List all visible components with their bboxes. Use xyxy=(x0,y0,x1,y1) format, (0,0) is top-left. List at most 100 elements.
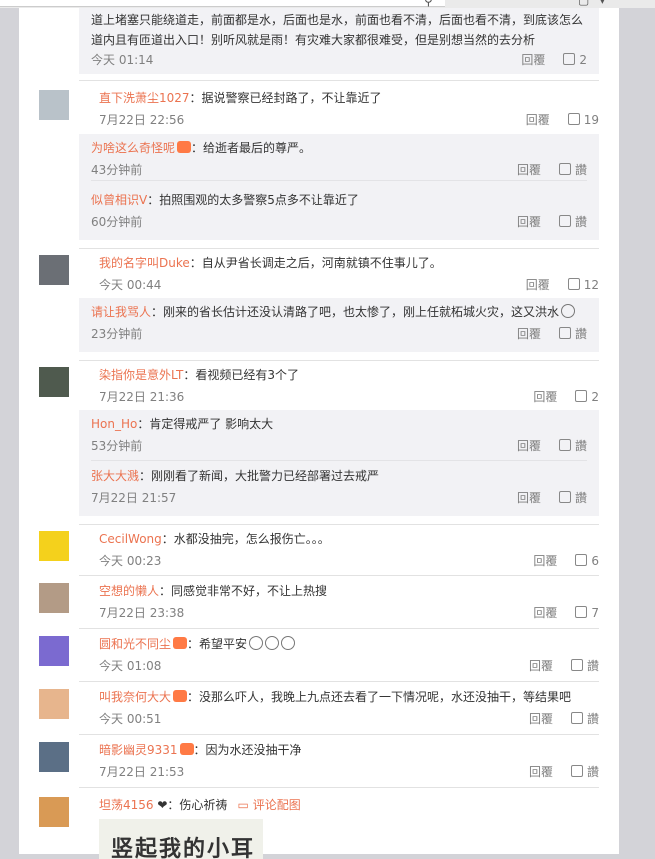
divider xyxy=(79,360,599,361)
user-name[interactable]: Hon_Ho xyxy=(91,417,137,431)
comment-time: 7月22日 21:53 xyxy=(99,765,185,779)
like-button[interactable]: 2 xyxy=(575,389,599,405)
comment-body: ：据说警察已经封路了，不让靠近了 xyxy=(189,91,382,105)
comment-text: 染指你是意外LT：看视频已经有3个了 xyxy=(99,367,599,383)
avatar[interactable] xyxy=(39,90,69,120)
reply-button[interactable]: 回覆 xyxy=(517,215,541,229)
sub-reply: 请让我骂人：刚来的省长估计还没认清路了吧，也太惨了，刚上任就柘城火灾，这又洪水 … xyxy=(91,304,587,342)
reply-body: ：刚刚看了新闻，大批警力已经部署过去戒严 xyxy=(139,469,380,483)
reply-time: 今天 01:14 xyxy=(91,53,154,67)
reply-button[interactable]: 回覆 xyxy=(526,113,550,127)
like-button[interactable]: 讚 xyxy=(558,162,587,178)
like-button[interactable]: 讚 xyxy=(570,711,599,727)
like-count: 讚 xyxy=(574,439,587,453)
user-name[interactable]: 我的名字叫Duke xyxy=(99,256,190,270)
toolbar-icons[interactable]: ▢▾ xyxy=(578,0,615,7)
user-name[interactable]: 暗影幽灵9331 xyxy=(99,743,178,757)
avatar[interactable] xyxy=(39,636,69,666)
like-button[interactable]: 讚 xyxy=(558,326,587,342)
user-name[interactable]: 为啥这么奇怪呢 xyxy=(91,141,175,155)
like-count: 7 xyxy=(591,606,599,620)
pic-comment-link[interactable]: 评论配图 xyxy=(253,798,301,812)
comment-text: 我的名字叫Duke：自从尹省长调走之后，河南就镇不住事儿了。 xyxy=(99,255,599,271)
thumb-up-icon xyxy=(558,327,571,339)
divider xyxy=(79,734,599,735)
user-name[interactable]: 叫我奈何大大 xyxy=(99,690,171,704)
reply-body: ：肯定得戒严了 影响太大 xyxy=(137,417,274,431)
comment-body: ：自从尹省长调走之后，河南就镇不住事儿了。 xyxy=(189,256,442,270)
avatar[interactable] xyxy=(39,797,69,827)
avatar[interactable] xyxy=(39,531,69,561)
avatar[interactable] xyxy=(39,583,69,613)
user-name[interactable]: 似曾相识V xyxy=(91,193,147,207)
like-button[interactable]: 讚 xyxy=(570,764,599,780)
sub-reply-box: 为啥这么奇怪呢 ：给逝者最后的尊严。 43分钟前 回覆讚 似曾相识V：拍照围观的太… xyxy=(79,134,599,240)
reply-button[interactable]: 回覆 xyxy=(517,439,541,453)
avatar[interactable] xyxy=(39,689,69,719)
vip-badge-icon xyxy=(173,690,188,702)
reply-button[interactable]: 回覆 xyxy=(533,390,557,404)
like-button[interactable]: 2 xyxy=(563,50,587,70)
divider xyxy=(79,524,599,525)
image-icon[interactable]: ▭ xyxy=(237,798,248,812)
search-icon[interactable]: ⚲ xyxy=(424,0,433,8)
reply-text-line1: 道上堵塞只能绕道走，前面都是水，后面也是水，前面也看不清，后面也看不清，到底该怎… xyxy=(91,13,584,27)
comment-body: ：没那么吓人，我晚上九点还去看了一下情况呢，水还没抽干，等结果吧 xyxy=(187,690,572,704)
avatar[interactable] xyxy=(39,367,69,397)
comment-body: ：水都没抽完，怎么报伤亡。。。 xyxy=(161,532,330,546)
like-count: 12 xyxy=(583,278,599,292)
divider xyxy=(79,787,599,788)
comment-meta: 7月22日 23:38 回覆 7 xyxy=(99,605,599,621)
reply-button[interactable]: 回覆 xyxy=(529,712,553,726)
like-button[interactable]: 7 xyxy=(575,605,599,621)
like-count: 讚 xyxy=(586,712,599,726)
user-name[interactable]: 空想的懒人 xyxy=(99,584,159,598)
reply-body: ：给逝者最后的尊严。 xyxy=(191,141,312,155)
like-button[interactable]: 讚 xyxy=(558,438,587,454)
thumb-up-icon xyxy=(575,554,588,566)
avatar[interactable] xyxy=(39,742,69,772)
comment-body: ：同感觉非常不好，不让上热搜 xyxy=(159,584,328,598)
like-count: 讚 xyxy=(586,765,599,779)
comment-text: 空想的懒人：同感觉非常不好，不让上热搜 xyxy=(99,583,599,599)
like-button[interactable]: 19 xyxy=(567,112,599,128)
like-button[interactable]: 讚 xyxy=(558,214,587,230)
reply-button[interactable]: 回覆 xyxy=(529,765,553,779)
like-button[interactable]: 12 xyxy=(567,277,599,293)
vip-badge-icon xyxy=(179,743,194,755)
sub-reply: 似曾相识V：拍照围观的太多警察5点多不让靠近了 60分钟前 回覆 讚 xyxy=(91,192,587,230)
reply-button[interactable]: 回覆 xyxy=(521,53,545,67)
comment-body: ：伤心祈祷 xyxy=(167,798,228,812)
reply-button[interactable]: 回覆 xyxy=(517,163,541,177)
user-name[interactable]: 染指你是意外LT xyxy=(99,368,183,382)
search-box[interactable] xyxy=(0,0,445,7)
reply-button[interactable]: 回覆 xyxy=(526,278,550,292)
reply-button[interactable]: 回覆 xyxy=(517,491,541,505)
comment-meta: 7月22日 21:53 回覆 讚 xyxy=(99,764,599,780)
comment-image[interactable]: 竖起我的小耳朵 xyxy=(99,819,263,859)
like-button[interactable]: 讚 xyxy=(558,490,587,506)
like-button[interactable]: 6 xyxy=(575,553,599,569)
thumb-up-icon xyxy=(558,491,571,503)
avatar[interactable] xyxy=(39,255,69,285)
reply-button[interactable]: 回覆 xyxy=(517,327,541,341)
reply-text-line2: 道内且有匝道出入口！别听风就是雨！有灾难大家都很难受，但是别想当然的去分析 xyxy=(91,33,536,47)
reply-time: 43分钟前 xyxy=(91,163,143,177)
like-count: 讚 xyxy=(574,215,587,229)
comment-text: 直下洗萧尘1027：据说警察已经封路了，不让靠近了 xyxy=(99,90,599,106)
like-button[interactable]: 讚 xyxy=(570,658,599,674)
user-name[interactable]: CecilWong xyxy=(99,532,162,546)
reply-button[interactable]: 回覆 xyxy=(529,659,553,673)
user-name[interactable]: 坦荡4156 xyxy=(99,798,154,812)
user-name[interactable]: 圆和光不同尘 xyxy=(99,637,171,651)
comment-time: 7月22日 23:38 xyxy=(99,606,185,620)
comment-text: 圆和光不同尘 ：希望平安 xyxy=(99,636,599,652)
comment-meta: 今天 00:23 回覆 6 xyxy=(99,553,599,569)
user-name[interactable]: 直下洗萧尘1027 xyxy=(99,91,190,105)
reply-button[interactable]: 回覆 xyxy=(533,606,557,620)
user-name[interactable]: 张大大溅 xyxy=(91,469,139,483)
vip-badge-icon xyxy=(173,637,188,649)
user-name[interactable]: 请让我骂人 xyxy=(91,305,151,319)
comment-meta: 7月22日 22:56 回覆 19 xyxy=(99,112,599,128)
reply-button[interactable]: 回覆 xyxy=(533,554,557,568)
